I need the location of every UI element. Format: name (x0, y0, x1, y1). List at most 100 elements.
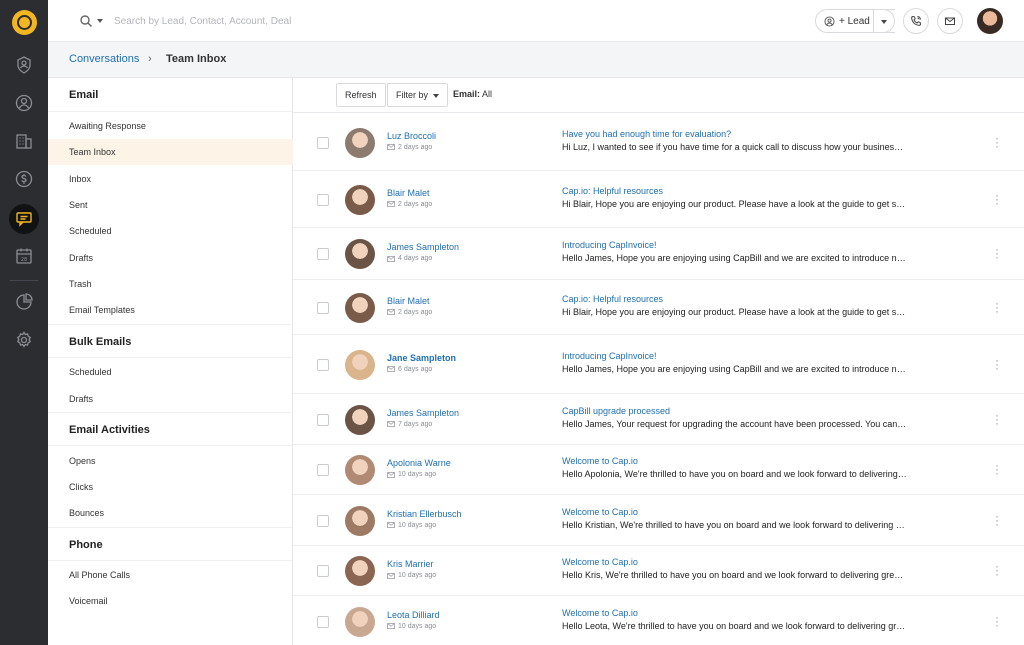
list-toolbar: Refresh Filter by Email: All (293, 78, 1024, 113)
search-input[interactable] (114, 12, 394, 30)
breadcrumb-separator-icon: › (148, 53, 152, 65)
row-checkbox[interactable] (317, 514, 329, 527)
accounts-icon[interactable] (14, 131, 34, 151)
table-row[interactable]: James Sampleton 4 days ago Introducing C… (293, 228, 1024, 280)
table-row[interactable]: Blair Malet 2 days ago Cap.io: Helpful r… (293, 171, 1024, 228)
row-checkbox[interactable] (317, 413, 329, 426)
more-options-icon[interactable]: · · · (994, 354, 1000, 374)
contact-name[interactable]: James Sampleton (387, 242, 459, 252)
sidebar-item-opens[interactable]: Opens (48, 448, 293, 474)
message-subject[interactable]: Introducing CapInvoice! (562, 351, 657, 361)
sidebar-item-drafts[interactable]: Drafts (48, 245, 293, 271)
message-subject[interactable]: Welcome to Cap.io (562, 456, 638, 466)
envelope-icon (387, 255, 395, 262)
message-time: 2 days ago (398, 308, 433, 316)
sidebar-item-awaiting-response[interactable]: Awaiting Response (48, 113, 293, 139)
user-avatar[interactable] (977, 8, 1003, 34)
sidebar-item-bounces[interactable]: Bounces (48, 500, 293, 526)
email-filter-key: Email: (453, 89, 481, 99)
more-options-icon[interactable]: · · · (994, 510, 1000, 530)
contact-name[interactable]: Blair Malet (387, 296, 430, 306)
search-scope-chevron-down-icon[interactable] (97, 19, 103, 23)
more-options-icon[interactable]: · · · (994, 611, 1000, 631)
sidebar-section-phone: Phone (48, 527, 293, 561)
row-checkbox[interactable] (317, 193, 329, 206)
table-row[interactable]: Leota Dilliard 10 days ago Welcome to Ca… (293, 596, 1024, 645)
sidebar-item-sent[interactable]: Sent (48, 192, 293, 218)
message-preview: Hello James, Your request for upgrading … (562, 418, 907, 429)
message-subject[interactable]: Cap.io: Helpful resources (562, 186, 663, 196)
table-row[interactable]: Blair Malet 2 days ago Cap.io: Helpful r… (293, 280, 1024, 335)
more-options-icon[interactable]: · · · (994, 459, 1000, 479)
table-row[interactable]: Kristian Ellerbusch 10 days ago Welcome … (293, 495, 1024, 546)
top-bar: + Lead (48, 0, 1024, 42)
row-checkbox[interactable] (317, 301, 329, 314)
contacts-icon[interactable] (14, 93, 34, 113)
message-subject[interactable]: Welcome to Cap.io (562, 507, 638, 517)
avatar (345, 239, 375, 269)
phone-button[interactable] (903, 8, 929, 34)
more-options-icon[interactable]: · · · (994, 409, 1000, 429)
sidebar-item-bulk-drafts[interactable]: Drafts (48, 386, 293, 412)
settings-gear-icon[interactable] (14, 330, 34, 350)
message-subject[interactable]: Cap.io: Helpful resources (562, 294, 663, 304)
breadcrumb-conversations-link[interactable]: Conversations (69, 53, 139, 65)
add-lead-label: + Lead (839, 15, 870, 27)
message-preview: Hello Kristian, We're thrilled to have y… (562, 519, 907, 530)
message-time: 10 days ago (398, 471, 437, 478)
sidebar-item-clicks[interactable]: Clicks (48, 474, 293, 500)
search-icon[interactable] (79, 14, 93, 28)
row-checkbox[interactable] (317, 248, 329, 260)
contact-name[interactable]: Leota Dilliard (387, 610, 440, 620)
contact-name[interactable]: Jane Sampleton (387, 353, 456, 363)
more-options-icon[interactable]: · · · (994, 243, 1000, 263)
more-options-icon[interactable]: · · · (994, 560, 1000, 580)
more-options-icon[interactable]: · · · (994, 132, 1000, 152)
more-options-icon[interactable]: · · · (994, 189, 1000, 209)
conversations-icon[interactable] (14, 209, 34, 229)
message-subject[interactable]: Introducing CapInvoice! (562, 240, 657, 250)
filter-by-button[interactable]: Filter by (387, 83, 449, 107)
contact-name[interactable]: Blair Malet (387, 188, 430, 198)
table-row[interactable]: James Sampleton 7 days ago CapBill upgra… (293, 394, 1024, 445)
leads-icon[interactable] (14, 55, 34, 75)
calendar-icon[interactable]: 28 (14, 246, 34, 266)
sidebar-item-trash[interactable]: Trash (48, 271, 293, 297)
sidebar-item-email-templates[interactable]: Email Templates (48, 297, 293, 323)
sidebar: Email Awaiting Response Team Inbox Inbox… (48, 78, 293, 645)
message-time: 2 days ago (398, 143, 433, 151)
envelope-icon (387, 522, 395, 528)
sidebar-item-all-phone-calls[interactable]: All Phone Calls (48, 562, 293, 588)
sidebar-item-voicemail[interactable]: Voicemail (48, 588, 293, 614)
message-subject[interactable]: CapBill upgrade processed (562, 406, 670, 416)
row-checkbox[interactable] (317, 464, 329, 476)
message-subject[interactable]: Have you had enough time for evaluation? (562, 129, 731, 139)
sidebar-item-inbox[interactable]: Inbox (48, 166, 293, 192)
contact-name[interactable]: Kris Marrier (387, 559, 434, 569)
table-row[interactable]: Jane Sampleton 6 days ago Introducing Ca… (293, 335, 1024, 394)
more-options-icon[interactable]: · · · (994, 297, 1000, 317)
sidebar-item-team-inbox[interactable]: Team Inbox (48, 139, 293, 165)
app-logo-icon[interactable] (12, 10, 37, 35)
table-row[interactable]: Kris Marrier 10 days ago Welcome to Cap.… (293, 546, 1024, 596)
row-checkbox[interactable] (317, 565, 329, 577)
message-subject[interactable]: Welcome to Cap.io (562, 557, 638, 567)
reports-icon[interactable] (14, 292, 34, 312)
sidebar-item-scheduled[interactable]: Scheduled (48, 218, 293, 244)
refresh-button[interactable]: Refresh (336, 83, 386, 107)
conversation-list-panel: Refresh Filter by Email: All Luz Broccol… (293, 78, 1024, 645)
sidebar-item-bulk-scheduled[interactable]: Scheduled (48, 359, 293, 385)
table-row[interactable]: Luz Broccoli 2 days ago Have you had eno… (293, 114, 1024, 171)
contact-name[interactable]: James Sampleton (387, 408, 459, 418)
email-button[interactable] (937, 8, 963, 34)
contact-name[interactable]: Luz Broccoli (387, 131, 436, 141)
table-row[interactable]: Apolonia Warne 10 days ago Welcome to Ca… (293, 445, 1024, 495)
contact-name[interactable]: Apolonia Warne (387, 458, 451, 468)
deals-icon[interactable] (14, 169, 34, 189)
message-time: 7 days ago (398, 420, 433, 428)
contact-name[interactable]: Kristian Ellerbusch (387, 509, 462, 519)
row-checkbox[interactable] (317, 358, 329, 371)
row-checkbox[interactable] (317, 615, 329, 628)
row-checkbox[interactable] (317, 136, 329, 149)
message-subject[interactable]: Welcome to Cap.io (562, 608, 638, 618)
